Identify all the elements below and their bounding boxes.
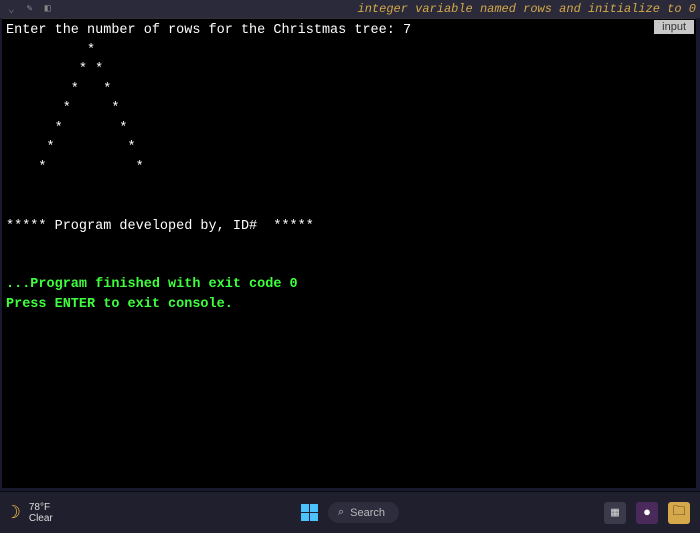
taskbar-center: ⌕ Search xyxy=(301,502,399,523)
tree-line: * * xyxy=(6,160,144,175)
tree-line: * * xyxy=(6,140,136,155)
windows-taskbar: ☽ 78°F Clear ⌕ Search ▦ ● 🗀 xyxy=(0,491,700,533)
condition: Clear xyxy=(29,513,53,524)
weather-text: 78°F Clear xyxy=(29,502,53,524)
prompt-line: Enter the number of rows for the Christm… xyxy=(6,23,411,38)
window-icon[interactable]: ◧ xyxy=(45,3,51,15)
temperature: 78°F xyxy=(29,502,53,513)
search-icon: ⌕ xyxy=(338,506,344,519)
console-window: input Enter the number of rows for the C… xyxy=(2,18,696,488)
input-badge[interactable]: input xyxy=(654,20,694,34)
exit-code-line: ...Program finished with exit code 0 xyxy=(6,277,298,292)
tree-line: * * xyxy=(6,121,128,136)
tree-line: * * xyxy=(6,101,119,116)
edit-icon[interactable]: ✎ xyxy=(27,3,33,15)
taskbar-app-icon[interactable]: ▦ xyxy=(604,502,626,524)
tree-line: * xyxy=(6,43,95,58)
search-label: Search xyxy=(350,507,385,519)
tree-line: * * xyxy=(6,62,103,77)
console-output[interactable]: Enter the number of rows for the Christm… xyxy=(2,19,696,316)
file-explorer-icon[interactable]: 🗀 xyxy=(668,502,690,524)
moon-icon: ☽ xyxy=(10,502,21,524)
ide-code-hint: integer variable named rows and initiali… xyxy=(358,2,696,16)
taskbar-right: ▦ ● 🗀 xyxy=(604,502,690,524)
credits-line: ***** Program developed by, ID# ***** xyxy=(6,219,314,234)
windows-start-icon[interactable] xyxy=(301,504,318,521)
chevron-down-icon[interactable]: ⌄ xyxy=(8,2,15,16)
taskbar-weather[interactable]: ☽ 78°F Clear xyxy=(10,502,53,524)
taskbar-search[interactable]: ⌕ Search xyxy=(328,502,399,523)
press-enter-line: Press ENTER to exit console. xyxy=(6,297,233,312)
ide-top-bar: ⌄ ✎ ◧ integer variable named rows and in… xyxy=(0,0,700,18)
tree-line: * * xyxy=(6,82,111,97)
ide-top-icons: ⌄ ✎ ◧ xyxy=(4,2,51,16)
taskbar-app-icon[interactable]: ● xyxy=(636,502,658,524)
